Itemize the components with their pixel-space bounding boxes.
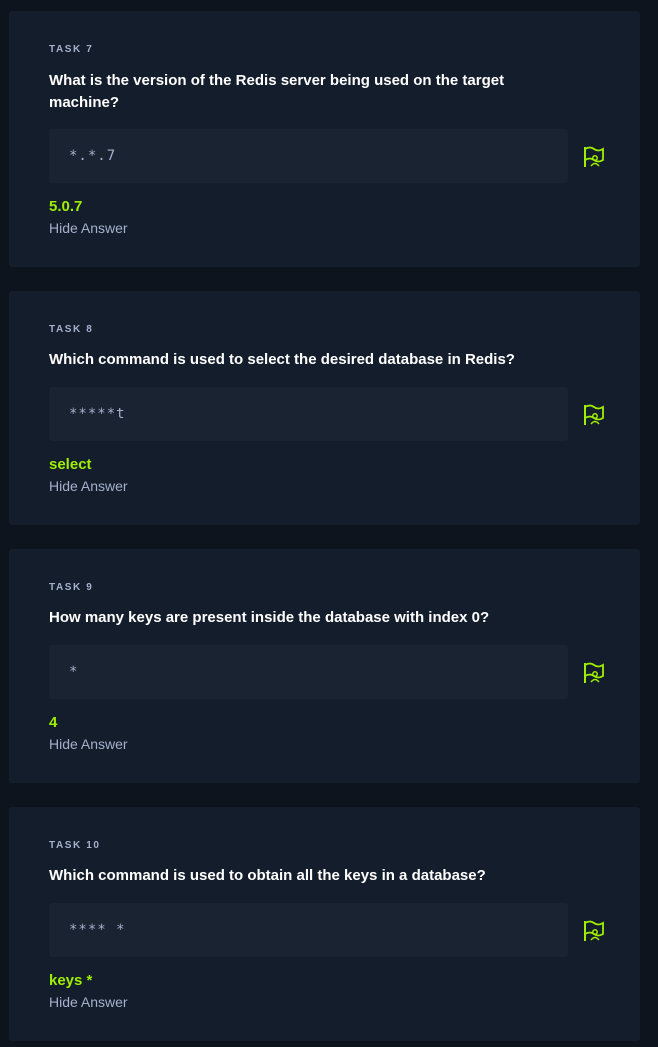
task-card-8: TASK 8 Which command is used to select t… (9, 291, 640, 525)
revealed-answer: 5.0.7 (49, 198, 83, 215)
tasks-page: TASK 7 What is the version of the Redis … (0, 0, 658, 1047)
flag-icon[interactable] (582, 661, 606, 685)
answer-input[interactable]: **** * (49, 903, 568, 957)
hide-answer-link[interactable]: Hide Answer (49, 736, 128, 752)
flag-icon[interactable] (582, 403, 606, 427)
answer-input[interactable]: * (49, 645, 568, 699)
flag-icon[interactable] (582, 145, 606, 169)
revealed-answer: keys * (49, 972, 93, 989)
task-label: TASK 8 (49, 324, 94, 335)
revealed-answer: select (49, 456, 92, 473)
task-question: Which command is used to obtain all the … (49, 867, 486, 884)
task-question: Which command is used to select the desi… (49, 351, 515, 368)
task-label: TASK 9 (49, 582, 94, 593)
hide-answer-link[interactable]: Hide Answer (49, 994, 128, 1010)
task-card-9: TASK 9 How many keys are present inside … (9, 549, 640, 783)
task-card-7: TASK 7 What is the version of the Redis … (9, 11, 640, 267)
task-card-10: TASK 10 Which command is used to obtain … (9, 807, 640, 1041)
task-question: How many keys are present inside the dat… (49, 609, 490, 626)
hide-answer-link[interactable]: Hide Answer (49, 478, 128, 494)
task-label: TASK 10 (49, 840, 101, 851)
answer-input[interactable]: *.*.7 (49, 129, 568, 183)
task-question: What is the version of the Redis server … (49, 72, 505, 111)
revealed-answer: 4 (49, 714, 58, 731)
answer-input[interactable]: *****t (49, 387, 568, 441)
flag-icon[interactable] (582, 919, 606, 943)
task-label: TASK 7 (49, 44, 94, 55)
hide-answer-link[interactable]: Hide Answer (49, 220, 128, 236)
